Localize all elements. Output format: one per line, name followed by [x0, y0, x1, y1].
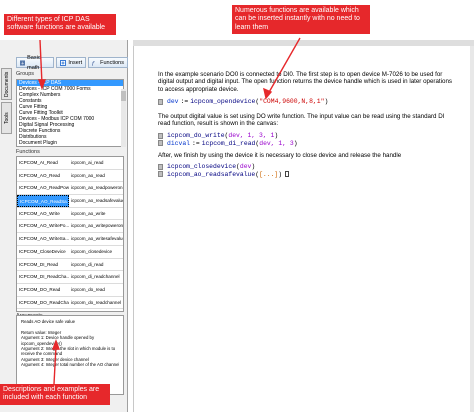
arguments-box: Reads AO device safe value Return value:…	[16, 315, 124, 395]
function-identifier: icpcom_closedevice	[71, 248, 113, 254]
code-args: dev, 1, 3	[259, 139, 294, 147]
basic-math-button[interactable]: + Basic math	[16, 55, 55, 71]
region-marker-icon	[158, 140, 163, 147]
code-fn: icpcom_do_write	[167, 132, 225, 139]
function-identifier: icpcom_ao_readsafevalue	[71, 198, 123, 204]
function-name: ICPCOM_DI_Read	[19, 261, 59, 267]
function-row[interactable]: ICPCOM_AI_Read icpcom_ai_read	[17, 157, 123, 170]
function-name: ICPCOM_AI_Read	[19, 160, 58, 165]
code-fn: icpcom_opendevice	[190, 98, 256, 105]
function-row[interactable]: ICPCOM_DO_Read icpcom_do_read	[17, 284, 123, 297]
code-line[interactable]: icpcom_ao_readsafevalue([...])	[158, 170, 290, 179]
code-line[interactable]: dicval := icpcom_di_read(dev, 1, 3)	[158, 140, 298, 148]
tab-documents[interactable]: Documents	[1, 68, 12, 100]
function-row[interactable]: ICPCOM_CloseDevice icpcom_closedevice	[17, 246, 123, 259]
code-var: dev	[167, 98, 179, 105]
code-block-3[interactable]: icpcom_closedevice(dev) icpcom_ao_readsa…	[158, 163, 290, 179]
function-identifier: icpcom_ao_writepoweron	[71, 223, 123, 229]
functions-list[interactable]: ICPCOM_AI_Read icpcom_ai_read ICPCOM_AO_Re…	[16, 156, 124, 312]
function-row[interactable]: ICPCOM_AO_Write icpcom_ao_write	[17, 208, 123, 221]
code-fn: icpcom_closedevice	[167, 163, 237, 170]
region-marker-icon	[158, 171, 163, 178]
function-identifier: icpcom_do_readchannel	[71, 299, 122, 305]
region-marker-icon	[158, 163, 163, 170]
function-name: ICPCOM_AO_Read	[19, 172, 61, 178]
groups-scrollbar[interactable]	[121, 89, 126, 147]
function-row[interactable]: ICPCOM_AO_WritePo... icpcom_ao_writepower…	[17, 220, 123, 234]
tab-tools[interactable]: Tools	[1, 102, 12, 134]
function-row[interactable]: ICPCOM_AO_ReadSa... icpcom_ao_readsafeval…	[17, 195, 123, 208]
function-identifier: icpcom_di_readchannel	[71, 274, 120, 280]
code-args: dev, 1, 3, 1	[228, 132, 275, 139]
code-op: :=	[180, 98, 189, 105]
document-scrollbar[interactable]	[470, 46, 474, 412]
code-fn: icpcom_di_read	[201, 139, 256, 147]
group-item[interactable]: Document Plugin	[17, 140, 123, 146]
code-var: dicval	[167, 139, 191, 147]
callout-descriptions: Descriptions and examples are included w…	[0, 384, 110, 405]
function-row[interactable]: ICPCOM_DO_ReadCha... icpcom_do_readchanne…	[17, 297, 123, 310]
function-row[interactable]: ICPCOM_DI_Read icpcom_di_read	[17, 259, 123, 272]
code-line[interactable]: icpcom_closedevice(dev)	[158, 163, 289, 171]
paragraph-2: The output digital value is set using DO…	[158, 113, 445, 128]
paragraph-3: After, we finish by using the device it …	[158, 152, 402, 159]
function-name: ICPCOM_AO_Write	[19, 210, 60, 216]
vertical-tabs: Documents Tools	[0, 50, 14, 410]
function-identifier: icpcom_ao_readpoweron	[71, 185, 123, 191]
function-name: ICPCOM_DO_Read	[19, 286, 61, 292]
function-identifier: icpcom_ao_read	[71, 172, 105, 178]
functions-icon: f	[92, 61, 95, 66]
function-identifier: icpcom_ao_writesafevalue	[71, 236, 123, 242]
function-name: ICPCOM_DI_ReadCha...	[19, 274, 69, 280]
paragraph-1: In the example scenario DO0 is connected…	[158, 71, 452, 93]
functions-button[interactable]: f Functions	[88, 57, 128, 68]
function-identifier: icpcom_ao_write	[71, 210, 106, 216]
math-icon: +	[20, 59, 26, 66]
insert-button[interactable]: Insert	[56, 57, 87, 68]
code-line[interactable]: icpcom_do_write(dev, 1, 3, 1)	[158, 132, 298, 140]
callout-function-types: Different types of ICP DAS software func…	[4, 14, 116, 35]
panel-toolbar: + Basic math Insert f Functions	[16, 55, 128, 71]
text-cursor	[285, 171, 290, 178]
svg-text:+: +	[21, 60, 25, 65]
function-name: ICPCOM_AO_ReadSa...	[17, 195, 69, 207]
function-name: ICPCOM_AO_ReadPow...	[19, 185, 69, 191]
document-canvas[interactable]: In the example scenario DO0 is connected…	[133, 46, 474, 412]
function-identifier: icpcom_di_read	[71, 261, 104, 267]
code-string: "COM4,9600,N,8,1"	[259, 98, 325, 105]
function-identifier: icpcom_do_read	[71, 286, 105, 292]
functions-label: Functions	[100, 59, 124, 66]
code-block-2[interactable]: icpcom_do_write(dev, 1, 3, 1) dicval := …	[158, 132, 298, 147]
functions-title: Functions	[16, 149, 40, 155]
function-name: ICPCOM_CloseDevice	[19, 248, 66, 254]
function-name: ICPCOM_AO_WritePo...	[19, 223, 69, 229]
code-line[interactable]: dev := icpcom_opendevice("COM4,9600,N,8,…	[158, 98, 328, 106]
basic-math-label: Basic math	[27, 54, 41, 71]
groups-list[interactable]: Devices - ICP DAS Devices - ICP COM 7000 …	[16, 79, 124, 147]
code-block-1[interactable]: dev := icpcom_opendevice("COM4,9600,N,8,…	[158, 98, 328, 106]
code-args: dev	[239, 163, 252, 170]
code-placeholder: [...]	[259, 170, 279, 178]
insert-label: Insert	[68, 59, 83, 66]
callout-numerous-functions: Numerous functions are available which c…	[232, 5, 370, 34]
argument-line: Argument 4: Integer total number of the …	[21, 362, 119, 368]
function-name: ICPCOM_DO_ReadCha...	[19, 299, 69, 305]
function-row[interactable]: ICPCOM_DI_ReadCha... icpcom_di_readchanne…	[17, 271, 123, 284]
insert-icon	[60, 59, 67, 66]
code-fn: icpcom_ao_readsafevalue	[167, 170, 256, 178]
function-row[interactable]: ICPCOM_AO_ReadPow... icpcom_ao_readpowero…	[17, 182, 123, 196]
function-identifier: icpcom_ai_read	[71, 160, 104, 165]
code-op: :=	[192, 139, 200, 147]
function-name: ICPCOM_AO_WriteSa...	[19, 236, 69, 242]
svg-text:f: f	[92, 61, 95, 66]
function-row[interactable]: ICPCOM_AO_Read icpcom_ao_read	[17, 170, 123, 183]
groups-title: Groups	[16, 71, 35, 77]
scrollbar-thumb[interactable]	[121, 91, 126, 101]
region-marker-icon	[158, 98, 163, 105]
function-row[interactable]: ICPCOM_AO_WriteSa... icpcom_ao_writesafev…	[17, 233, 123, 246]
region-marker-icon	[158, 132, 163, 139]
